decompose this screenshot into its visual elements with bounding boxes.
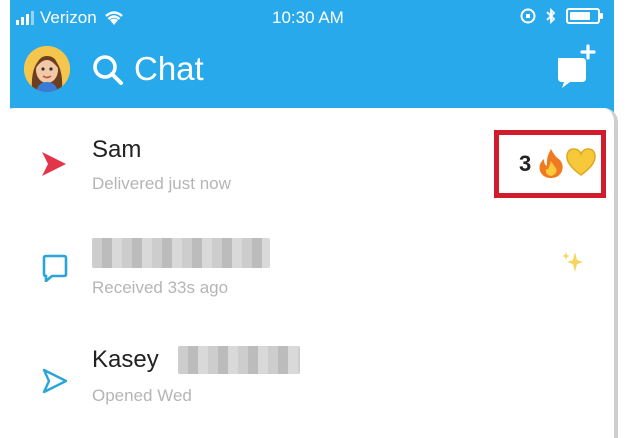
- signal-icon: [16, 11, 34, 25]
- bitmoji-avatar-icon: [24, 46, 70, 92]
- streak-count: 3: [519, 151, 532, 176]
- header: Verizon 10:30 AM Chat: [10, 0, 614, 115]
- chat-row-kasey[interactable]: Kasey Opened Wed: [0, 330, 610, 434]
- chat-name: Sam: [92, 136, 142, 163]
- chat-status: Delivered just now: [92, 174, 231, 193]
- app-screen: Verizon 10:30 AM Chat Sam Delivered just…: [0, 0, 634, 438]
- bluetooth-icon: [546, 8, 556, 24]
- chat-status: Received 33s ago: [92, 278, 229, 297]
- carrier-label: Verizon: [40, 8, 97, 27]
- chat-bubble-icon: [42, 254, 68, 282]
- orientation-lock-icon: [520, 8, 536, 24]
- fire-emoji-icon: [539, 149, 563, 178]
- blurred-contact-name: [92, 238, 270, 268]
- chat-row-2[interactable]: Received 33s ago: [0, 226, 610, 330]
- wifi-icon: [104, 11, 123, 25]
- sent-arrow-outline-icon: [42, 368, 68, 394]
- chat-name: Kasey: [92, 346, 159, 373]
- streak-highlight: 3: [494, 130, 606, 198]
- search-icon[interactable]: [92, 54, 124, 86]
- sparkle-emoji-icon: [562, 252, 583, 272]
- avatar[interactable]: [24, 46, 70, 92]
- yellow-heart-emoji-icon: [566, 148, 596, 176]
- nav-bar: Chat: [10, 38, 614, 108]
- clock: 10:30 AM: [272, 8, 344, 27]
- blurred-contact-surname: [178, 346, 300, 374]
- battery-icon: [566, 8, 603, 24]
- chat-status: Opened Wed: [92, 386, 192, 405]
- status-bar: Verizon 10:30 AM: [10, 0, 614, 36]
- page-title[interactable]: Chat: [134, 50, 204, 88]
- new-chat-icon[interactable]: [556, 44, 596, 88]
- sent-arrow-filled-icon: [42, 152, 66, 176]
